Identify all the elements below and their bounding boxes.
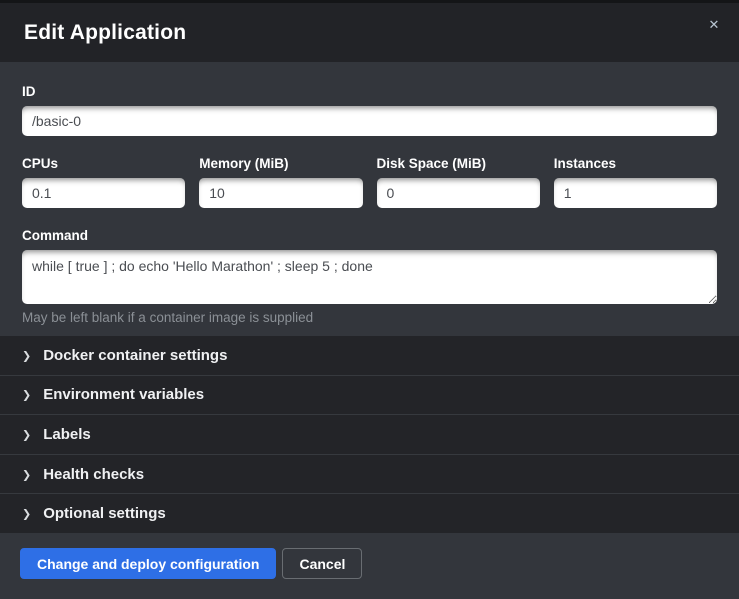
command-field-group: Command while [ true ] ; do echo 'Hello … [22, 228, 717, 325]
section-labels[interactable]: ❯ Labels [0, 414, 739, 454]
modal-footer: Change and deploy configuration Cancel [0, 533, 739, 599]
instances-field-group: Instances [554, 156, 717, 208]
memory-input[interactable] [199, 178, 362, 208]
edit-application-modal: Edit Application ✕ ID CPUs Memory (MiB) … [0, 3, 739, 599]
command-label: Command [22, 228, 717, 243]
cpus-field-group: CPUs [22, 156, 185, 208]
close-icon[interactable]: ✕ [703, 15, 725, 37]
modal-form: ID CPUs Memory (MiB) Disk Space (MiB) In… [0, 62, 739, 336]
section-label: Labels [43, 426, 91, 443]
modal-header: Edit Application ✕ [0, 3, 739, 62]
disk-input[interactable] [377, 178, 540, 208]
chevron-right-icon: ❯ [22, 349, 31, 362]
collapsible-sections: ❯ Docker container settings ❯ Environmen… [0, 336, 739, 533]
instances-input[interactable] [554, 178, 717, 208]
section-environment-variables[interactable]: ❯ Environment variables [0, 375, 739, 415]
section-label: Optional settings [43, 505, 166, 522]
memory-label: Memory (MiB) [199, 156, 362, 171]
resources-row: CPUs Memory (MiB) Disk Space (MiB) Insta… [22, 156, 717, 208]
id-label: ID [22, 84, 717, 99]
memory-field-group: Memory (MiB) [199, 156, 362, 208]
command-help-text: May be left blank if a container image i… [22, 310, 717, 325]
chevron-right-icon: ❯ [22, 428, 31, 441]
instances-label: Instances [554, 156, 717, 171]
disk-field-group: Disk Space (MiB) [377, 156, 540, 208]
section-health-checks[interactable]: ❯ Health checks [0, 454, 739, 494]
change-and-deploy-button[interactable]: Change and deploy configuration [20, 548, 276, 579]
modal-title: Edit Application [24, 21, 186, 45]
section-label: Docker container settings [43, 347, 227, 364]
section-optional-settings[interactable]: ❯ Optional settings [0, 493, 739, 533]
section-docker-container-settings[interactable]: ❯ Docker container settings [0, 336, 739, 375]
cpus-input[interactable] [22, 178, 185, 208]
section-label: Health checks [43, 466, 144, 483]
cpus-label: CPUs [22, 156, 185, 171]
id-field-group: ID [22, 84, 717, 136]
chevron-right-icon: ❯ [22, 468, 31, 481]
chevron-right-icon: ❯ [22, 389, 31, 402]
command-textarea[interactable]: while [ true ] ; do echo 'Hello Marathon… [22, 250, 717, 304]
disk-label: Disk Space (MiB) [377, 156, 540, 171]
cancel-button[interactable]: Cancel [282, 548, 362, 579]
id-input[interactable] [22, 106, 717, 136]
section-label: Environment variables [43, 386, 204, 403]
chevron-right-icon: ❯ [22, 508, 31, 521]
